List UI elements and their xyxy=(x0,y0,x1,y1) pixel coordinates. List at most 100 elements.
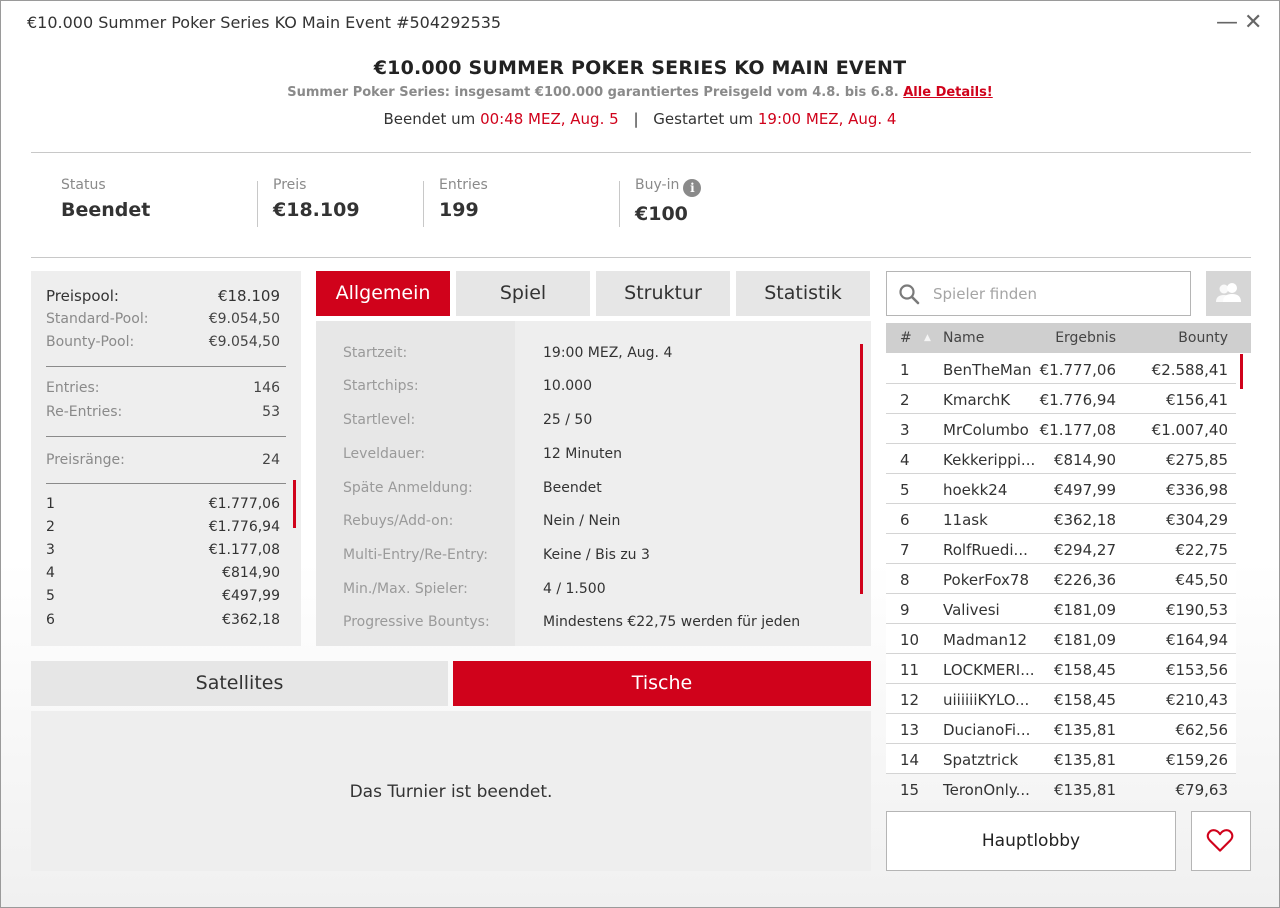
pool-value: 146 xyxy=(253,380,280,396)
table-row[interactable]: 1 BenTheMan €1.777,06 €2.588,41 xyxy=(886,354,1236,384)
info-scrollbar[interactable] xyxy=(860,344,863,594)
row-bounty: €1.007,40 xyxy=(1151,421,1228,439)
pool-row-ranks: Preisränge: 24 xyxy=(46,452,280,468)
info-row: Startzeit: 19:00 MEZ, Aug. 4 xyxy=(316,345,871,379)
payout-rank: 1 xyxy=(46,496,55,512)
friends-button[interactable] xyxy=(1206,271,1251,316)
row-ergebnis: €497,99 xyxy=(1053,481,1116,499)
table-row[interactable]: 8 PokerFox78 €226,36 €45,50 xyxy=(886,564,1236,594)
row-bounty: €22,75 xyxy=(1175,541,1229,559)
table-row[interactable]: 4 Kekkerippi... €814,90 €275,85 xyxy=(886,444,1236,474)
col-name[interactable]: Name xyxy=(943,330,984,346)
favorite-button[interactable] xyxy=(1191,811,1251,871)
stats-divider xyxy=(31,257,1251,258)
search-input[interactable] xyxy=(933,280,1183,308)
info-row: Startchips: 10.000 xyxy=(316,378,871,412)
row-name: hoekk24 xyxy=(943,481,1008,499)
row-rank: 8 xyxy=(900,571,910,589)
payout-row: 2 €1.776,94 xyxy=(46,519,280,535)
window-title: €10.000 Summer Poker Series KO Main Even… xyxy=(27,13,502,32)
pool-divider xyxy=(46,436,286,437)
table-row[interactable]: 7 RolfRuedi... €294,27 €22,75 xyxy=(886,534,1236,564)
payout-row: 4 €814,90 xyxy=(46,565,280,581)
table-row[interactable]: 9 Valivesi €181,09 €190,53 xyxy=(886,594,1236,624)
row-rank: 7 xyxy=(900,541,910,559)
minimize-icon[interactable]: — xyxy=(1216,10,1238,35)
table-row[interactable]: 10 Madman12 €181,09 €164,94 xyxy=(886,624,1236,654)
info-key: Multi-Entry/Re-Entry: xyxy=(343,547,488,563)
payout-row: 1 €1.777,06 xyxy=(46,496,280,512)
table-row[interactable]: 3 MrColumbo €1.177,08 €1.007,40 xyxy=(886,414,1236,444)
row-bounty: €45,50 xyxy=(1175,571,1229,589)
tournament-ended-message: Das Turnier ist beendet. xyxy=(349,782,553,802)
table-row[interactable]: 11 LOCKMERI... €158,45 €153,56 xyxy=(886,654,1236,684)
info-key: Leveldauer: xyxy=(343,446,426,462)
stat-preis: Preis €18.109 xyxy=(273,177,360,221)
payout-row: 3 €1.177,08 xyxy=(46,542,280,558)
row-bounty: €275,85 xyxy=(1165,451,1228,469)
col-rank[interactable]: # xyxy=(900,330,912,346)
info-value: 25 / 50 xyxy=(543,412,593,428)
pool-label: Entries: xyxy=(46,380,100,396)
row-rank: 3 xyxy=(900,421,910,439)
started-time: 19:00 MEZ, Aug. 4 xyxy=(757,110,897,128)
main-lobby-button[interactable]: Hauptlobby xyxy=(886,811,1176,871)
row-ergebnis: €1.776,94 xyxy=(1039,391,1116,409)
info-value: 19:00 MEZ, Aug. 4 xyxy=(543,345,673,361)
table-row[interactable]: 2 KmarchK €1.776,94 €156,41 xyxy=(886,384,1236,414)
table-row[interactable]: 14 Spatztrick €135,81 €159,26 xyxy=(886,744,1236,774)
row-ergebnis: €158,45 xyxy=(1053,661,1116,679)
tab-spiel[interactable]: Spiel xyxy=(456,271,590,316)
row-rank: 2 xyxy=(900,391,910,409)
table-row[interactable]: 13 DucianoFi... €135,81 €62,56 xyxy=(886,714,1236,744)
pool-row-entries: Entries: 146 xyxy=(46,380,280,396)
stat-divider xyxy=(423,181,424,227)
tournament-times: Beendet um 00:48 MEZ, Aug. 5 | Gestartet… xyxy=(1,110,1279,128)
col-bounty[interactable]: Bounty xyxy=(1178,330,1228,346)
table-row[interactable]: 5 hoekk24 €497,99 €336,98 xyxy=(886,474,1236,504)
row-name: 11ask xyxy=(943,511,988,529)
row-name: Kekkerippi... xyxy=(943,451,1036,469)
header-divider xyxy=(31,152,1251,153)
pool-label: Preispool: xyxy=(46,287,119,305)
pool-scrollbar[interactable] xyxy=(293,480,296,528)
tab-tische[interactable]: Tische xyxy=(453,661,871,706)
tournament-window: €10.000 Summer Poker Series KO Main Even… xyxy=(0,0,1280,908)
row-name: BenTheMan xyxy=(943,361,1032,379)
row-bounty: €336,98 xyxy=(1165,481,1228,499)
pool-row-reentries: Re-Entries: 53 xyxy=(46,404,280,420)
tab-struktur[interactable]: Struktur xyxy=(596,271,730,316)
title-bar: €10.000 Summer Poker Series KO Main Even… xyxy=(1,1,1279,45)
stat-value: €18.109 xyxy=(273,199,360,221)
results-scrollbar[interactable] xyxy=(1240,354,1243,389)
ended-label: Beendet um xyxy=(383,110,476,128)
close-icon[interactable]: ✕ xyxy=(1244,10,1262,35)
tab-allgemein[interactable]: Allgemein xyxy=(316,271,450,316)
tab-satellites[interactable]: Satellites xyxy=(31,661,448,706)
info-key: Startchips: xyxy=(343,378,419,394)
tab-statistik[interactable]: Statistik xyxy=(736,271,870,316)
info-value: Mindestens €22,75 werden für jeden xyxy=(543,614,801,630)
info-key: Startlevel: xyxy=(343,412,416,428)
row-bounty: €159,26 xyxy=(1165,751,1228,769)
payout-rank: 5 xyxy=(46,588,55,604)
row-ergebnis: €226,36 xyxy=(1053,571,1116,589)
table-row[interactable]: 15 TeronOnly... €135,81 €79,63 xyxy=(886,774,1236,804)
pool-row-bounty: Bounty-Pool: €9.054,50 xyxy=(46,334,280,350)
stat-status: Status Beendet xyxy=(61,177,150,221)
row-rank: 5 xyxy=(900,481,910,499)
table-row[interactable]: 6 11ask €362,18 €304,29 xyxy=(886,504,1236,534)
details-link[interactable]: Alle Details! xyxy=(903,85,993,100)
col-ergebnis[interactable]: Ergebnis xyxy=(1055,330,1116,346)
prize-pool-panel: Preispool: €18.109 Standard-Pool: €9.054… xyxy=(31,271,301,646)
row-rank: 11 xyxy=(900,661,920,679)
tournament-title: €10.000 SUMMER POKER SERIES KO MAIN EVEN… xyxy=(373,57,907,79)
row-bounty: €190,53 xyxy=(1165,601,1228,619)
row-bounty: €164,94 xyxy=(1165,631,1228,649)
row-name: TeronOnly... xyxy=(943,781,1030,799)
table-row[interactable]: 12 uiiiiiiKYLO... €158,45 €210,43 xyxy=(886,684,1236,714)
row-ergebnis: €294,27 xyxy=(1053,541,1116,559)
info-icon[interactable]: i xyxy=(683,179,702,197)
player-search[interactable] xyxy=(886,271,1191,316)
info-row: Späte Anmeldung: Beendet xyxy=(316,480,871,514)
